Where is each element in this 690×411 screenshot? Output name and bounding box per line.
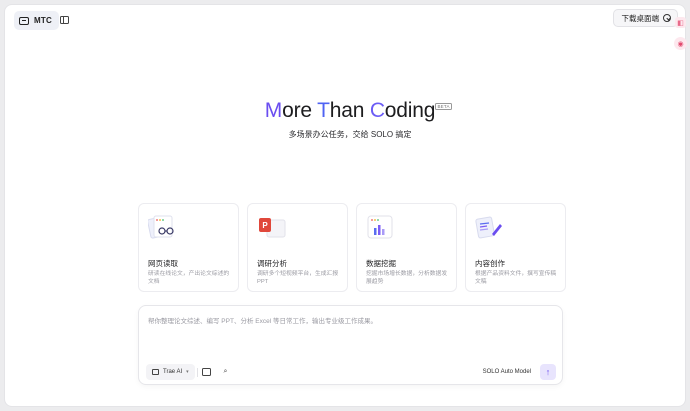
title-word-2: han (329, 99, 370, 122)
title-letter-m: M (264, 99, 283, 122)
bar-chart-icon (367, 215, 393, 239)
web-reading-icon (148, 215, 174, 239)
card-desc: 调研多个短视频平台，生成汇报 PPT (257, 271, 339, 285)
card-title: 数据挖掘 (366, 259, 396, 268)
solo-model-label[interactable]: SOLO Auto Model (483, 369, 531, 375)
floating-assistant-icon[interactable]: ◉ (674, 37, 687, 50)
card-content-creation[interactable]: 内容创作 根据产品资料文件，撰写宣传稿文稿 (465, 203, 566, 292)
ppt-icon: P (259, 218, 286, 238)
model-selector[interactable]: Trae AI ▾ (146, 364, 195, 380)
title-letter-t: T (317, 99, 330, 122)
arrow-up-icon: ↑ (545, 367, 551, 377)
card-web-reading[interactable]: 网页读取 研读在线论文，产出论文综述的文档 (138, 203, 239, 292)
mode-toggle-icon[interactable] (202, 368, 211, 376)
card-title: 内容创作 (475, 259, 505, 268)
title-word-3: oding (384, 99, 436, 122)
hero-subtitle: 多场景办公任务，交给 SOLO 搞定 (288, 130, 412, 139)
beta-badge: BETA (434, 103, 453, 110)
card-data-mining[interactable]: 数据挖掘 挖掘市场增长数据，分析数据发展趋势 (356, 203, 457, 292)
model-label: Trae AI (163, 369, 183, 375)
card-desc: 研读在线论文，产出论文综述的文档 (148, 271, 230, 285)
title-letter-c: C (369, 99, 385, 122)
app-window: MTC 下载桌面端 More Than Coding BETA 多场景办公任务，交… (4, 4, 686, 407)
download-icon (663, 14, 671, 22)
card-title: 网页读取 (148, 259, 178, 268)
send-button[interactable]: ↑ (540, 364, 556, 380)
terminal-icon (19, 16, 29, 25)
hero: More Than Coding BETA 多场景办公任务，交给 SOLO 搞定 (5, 99, 690, 140)
svg-text:P: P (262, 221, 268, 230)
composer: 帮你整理论文综述、编写 PPT、分析 Excel 等日常工作，输出专业级工作成果… (138, 305, 563, 385)
title-word-1: ore (282, 99, 318, 122)
brand-tab[interactable]: MTC (14, 11, 59, 30)
card-desc: 根据产品资料文件，撰写宣传稿文稿 (475, 271, 557, 285)
chevron-down-icon: ▾ (186, 369, 189, 375)
sidebar-toggle-icon[interactable] (60, 16, 69, 24)
download-desktop-button[interactable]: 下载桌面端 (612, 9, 678, 27)
task-cards: 网页读取 研读在线论文，产出论文综述的文档 P 调研分析 调研多个短视频平台，生… (138, 203, 566, 292)
attach-icon[interactable]: ⌕ (221, 368, 230, 376)
download-label: 下载桌面端 (621, 13, 660, 23)
prompt-input[interactable]: 帮你整理论文综述、编写 PPT、分析 Excel 等日常工作，输出专业级工作成果… (148, 315, 377, 325)
card-desc: 挖掘市场增长数据，分析数据发展趋势 (366, 271, 448, 285)
writing-icon (475, 216, 502, 239)
brand-label: MTC (34, 16, 52, 25)
toolbar-divider (197, 368, 198, 377)
card-title: 调研分析 (257, 259, 287, 268)
hero-title: More Than Coding BETA (264, 99, 453, 123)
floating-tool-icon[interactable]: ◧ (675, 17, 686, 28)
folder-icon (152, 369, 159, 375)
card-research[interactable]: P 调研分析 调研多个短视频平台，生成汇报 PPT (247, 203, 348, 292)
